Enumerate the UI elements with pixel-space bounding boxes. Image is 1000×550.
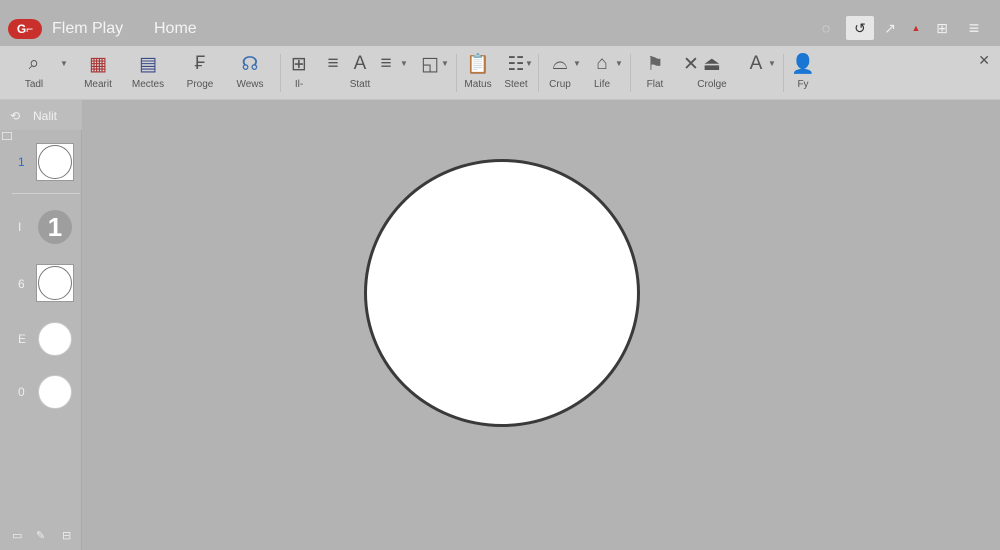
slide-number: 1 (18, 155, 25, 169)
circle-shape (38, 322, 72, 356)
slide-thumb-1[interactable] (36, 143, 74, 181)
ribbon-toolbar: ⌕ Tadl ▼ ▦ Mearit ▤ Mectes ₣ Proge ☊ Wew… (0, 46, 1000, 100)
zoom-icon: ⌕ (28, 53, 40, 74)
wews-button[interactable]: ☊ Wews (222, 52, 278, 91)
chevron-down-icon[interactable]: ▼ (60, 59, 68, 68)
bucket-icon: ⚑ (646, 53, 664, 75)
circle-shape (38, 145, 72, 179)
sheet-icon: ☷ (507, 53, 525, 75)
refresh-icon[interactable]: ◌ (812, 16, 840, 40)
mectes-button[interactable]: ▤ Mectes (120, 52, 176, 91)
list-icon: ▤ (139, 53, 157, 75)
proge-button[interactable]: ₣ Proge (172, 52, 228, 90)
mearit-button[interactable]: ▦ Mearit (70, 52, 126, 91)
tadl-button[interactable]: ⌕ Tadl (6, 52, 62, 90)
title-bar: G⌐ Flem Play Home ◌ ↺ ↗ ▲ ⊞ ≡ (0, 0, 1000, 46)
slide-thumb-2[interactable]: 1 (36, 208, 74, 246)
font-icon: A (749, 53, 763, 74)
pen-icon[interactable]: ↗ (876, 16, 904, 40)
panel-title: Nalit (33, 109, 58, 123)
calendar-icon: ▦ (89, 53, 107, 75)
life-button[interactable]: ⌂ Life (574, 52, 630, 90)
tab-home[interactable]: Home (154, 20, 197, 38)
fy-button[interactable]: 👤 Fy (775, 52, 831, 90)
app-logo-icon[interactable]: G⌐ (8, 19, 42, 39)
triangle-icon[interactable]: ▲ (902, 16, 930, 40)
stamp-icon: ⏏ (703, 53, 721, 75)
app-title: Flem Play (52, 20, 124, 37)
circle-shape (38, 375, 72, 409)
rotate-icon[interactable]: ⟲ (10, 109, 20, 123)
menu-icon[interactable]: ≡ (960, 16, 988, 40)
collapse-icon[interactable] (2, 132, 12, 140)
slide-number: I (18, 220, 22, 234)
slide-number: 6 (18, 277, 25, 291)
number-badge: 1 (38, 210, 72, 244)
chevron-down-icon[interactable]: ▼ (615, 59, 623, 68)
paragraph-icon: ≡ (380, 53, 392, 74)
slides-sidebar: 1 I 1 6 E 0 ▭ ✎ ⊟ (0, 130, 82, 550)
sidebar-divider (12, 193, 80, 194)
headset-icon: ☊ (241, 53, 259, 75)
edit-icon[interactable]: ✎ (36, 529, 45, 542)
layers-icon[interactable]: ⊟ (62, 529, 71, 542)
undo-icon[interactable]: ↺ (846, 16, 874, 40)
chevron-down-icon[interactable]: ▼ (441, 59, 449, 68)
slide-thumb-5[interactable] (36, 373, 74, 411)
slide-thumb-3[interactable] (36, 264, 74, 302)
home-icon: ⌂ (596, 53, 608, 74)
slide-number: E (18, 332, 27, 346)
person-icon: 👤 (791, 54, 815, 75)
format-icon: ₣ (194, 53, 206, 74)
slides-panel-header: ⟲ Nalit (0, 100, 82, 130)
new-slide-icon[interactable]: ▭ (12, 529, 22, 542)
lasso-icon: ⌓ (552, 53, 568, 74)
circle-shape (38, 266, 72, 300)
canvas-circle-shape[interactable] (364, 159, 640, 427)
clipboard-icon: 📋 (466, 54, 490, 75)
slide-number: 0 (18, 385, 25, 399)
close-ribbon-icon[interactable]: ✕ (978, 52, 990, 69)
slide-thumb-4[interactable] (36, 320, 74, 358)
layout-icon[interactable]: ⊞ (928, 16, 956, 40)
shape-icon: ◱ (421, 53, 439, 75)
